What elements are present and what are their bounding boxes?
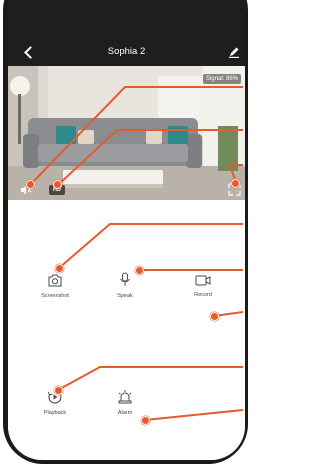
callout-dot-record xyxy=(210,312,219,321)
callout-dot-speak xyxy=(135,266,144,275)
phone-mockup: Sophia 2 Signal: 86% HD Screenshot Speak… xyxy=(0,0,253,470)
callout-dot-playback xyxy=(54,386,63,395)
callout-dot-alarm xyxy=(141,416,150,425)
callout-dot-screenshot xyxy=(55,264,64,273)
callout-dot-hd xyxy=(53,180,62,189)
callout-dot-fullscreen xyxy=(231,179,240,188)
callout-dot-mute xyxy=(26,180,35,189)
callout-lines xyxy=(29,86,244,421)
